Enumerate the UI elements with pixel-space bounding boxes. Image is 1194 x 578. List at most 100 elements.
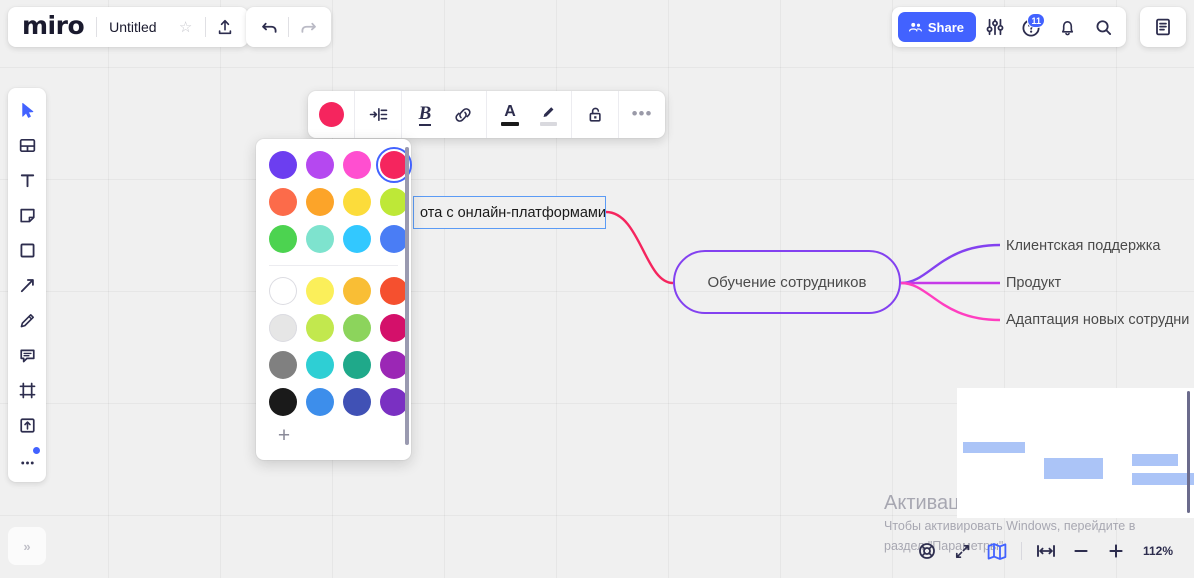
color-swatch[interactable] <box>269 388 297 416</box>
help-button[interactable]: 11 <box>1014 11 1048 43</box>
notifications-button[interactable] <box>1050 11 1084 43</box>
mindmap-branch-node-2[interactable]: Продукт <box>1006 275 1061 291</box>
sidebar-item-comment-tool[interactable] <box>11 339 43 371</box>
current-color-swatch <box>319 102 344 127</box>
color-swatch[interactable] <box>269 314 297 342</box>
collapse-chevron-icon: » <box>23 539 30 554</box>
lock-button[interactable] <box>576 96 614 134</box>
link-button[interactable] <box>444 96 482 134</box>
color-swatch[interactable] <box>306 188 334 216</box>
text-align-icon <box>368 105 389 124</box>
color-swatch[interactable] <box>380 351 408 379</box>
notes-panel-button[interactable] <box>1146 11 1180 43</box>
highlighter-button[interactable] <box>529 96 567 134</box>
color-swatch[interactable] <box>343 351 371 379</box>
color-swatch[interactable] <box>380 314 408 342</box>
highlighter-icon <box>540 104 557 126</box>
color-swatch[interactable] <box>269 151 297 179</box>
share-button-label: Share <box>928 20 964 35</box>
sidebar-item-text-tool[interactable] <box>11 164 43 196</box>
sidebar-item-templates-tool[interactable] <box>11 129 43 161</box>
favorite-star-button[interactable]: ☆ <box>169 11 203 43</box>
context-toolbar: B A <box>308 91 665 138</box>
mindmap-branch-label-1: Клиентская поддержка <box>1006 238 1161 254</box>
color-swatch[interactable] <box>269 225 297 253</box>
search-button[interactable] <box>1086 11 1120 43</box>
divider <box>96 17 97 37</box>
context-more-segment: ••• <box>619 91 665 138</box>
top-bar-left-group: miro Untitled ☆ <box>8 7 248 47</box>
panel-scrollbar[interactable] <box>1187 391 1190 513</box>
bottom-bar: 112% <box>905 530 1187 572</box>
sidebar-item-more-tools[interactable] <box>11 444 43 476</box>
unlock-icon <box>586 105 605 124</box>
mindmap-branch-node-3[interactable]: Адаптация новых сотрудни <box>1006 312 1189 328</box>
share-button[interactable]: Share <box>898 12 976 42</box>
document-title[interactable]: Untitled <box>99 19 166 35</box>
expand-arrows-icon <box>953 542 972 561</box>
color-swatch[interactable] <box>380 225 408 253</box>
help-circle-button[interactable] <box>911 535 943 567</box>
color-swatch[interactable] <box>343 225 371 253</box>
fit-to-screen-button[interactable] <box>946 535 978 567</box>
color-swatch[interactable] <box>343 314 371 342</box>
color-swatch[interactable] <box>269 277 297 305</box>
text-align-button[interactable] <box>359 96 397 134</box>
plus-icon <box>1106 541 1126 561</box>
add-custom-color-button[interactable]: + <box>270 422 298 450</box>
palette-scrollbar[interactable] <box>405 147 409 445</box>
sidebar-item-pen-tool[interactable] <box>11 304 43 336</box>
zoom-to-fit-button[interactable] <box>1030 535 1062 567</box>
sidebar-item-frame-tool[interactable] <box>11 374 43 406</box>
color-swatch[interactable] <box>306 388 334 416</box>
color-swatch[interactable] <box>269 351 297 379</box>
collapse-sidebar-button[interactable]: » <box>8 527 46 565</box>
sidebar-item-arrow-tool[interactable] <box>11 269 43 301</box>
skeleton-bar <box>1132 454 1178 466</box>
mindmap-center-node[interactable]: Обучение сотрудников <box>673 250 901 314</box>
zoom-in-button[interactable] <box>1100 535 1132 567</box>
color-swatch[interactable] <box>343 188 371 216</box>
fill-color-button[interactable] <box>312 96 350 134</box>
color-swatch[interactable] <box>306 225 334 253</box>
notes-group <box>1140 7 1186 47</box>
more-options-button[interactable]: ••• <box>623 96 661 134</box>
more-dots-icon: ••• <box>632 110 653 119</box>
redo-button[interactable] <box>291 11 325 43</box>
miro-logo[interactable]: miro <box>14 13 94 41</box>
color-swatch[interactable] <box>380 388 408 416</box>
color-swatch[interactable] <box>343 277 371 305</box>
color-palette-popup: + <box>256 139 411 460</box>
sidebar-item-shape-tool[interactable] <box>11 234 43 266</box>
export-button[interactable] <box>208 11 242 43</box>
sticky-note-icon <box>18 206 37 225</box>
skeleton-bar <box>1044 458 1103 479</box>
zoom-level-label[interactable]: 112% <box>1135 544 1181 558</box>
bold-button[interactable]: B <box>406 96 444 134</box>
color-swatch[interactable] <box>306 151 334 179</box>
zoom-out-button[interactable] <box>1065 535 1097 567</box>
palette-secondary-grid <box>269 277 398 416</box>
mindmap-branch-node-1[interactable]: Клиентская поддержка <box>1006 238 1161 254</box>
sidebar-item-upload-tool[interactable] <box>11 409 43 441</box>
color-swatch[interactable] <box>380 151 408 179</box>
divider <box>1021 542 1022 560</box>
settings-button[interactable] <box>978 11 1012 43</box>
color-swatch[interactable] <box>306 314 334 342</box>
undo-button[interactable] <box>252 11 286 43</box>
mindmap-text-node[interactable]: ота с онлайн-платформами <box>413 196 606 229</box>
templates-icon <box>18 136 37 155</box>
minimap-button[interactable] <box>981 535 1013 567</box>
color-swatch[interactable] <box>306 277 334 305</box>
color-swatch[interactable] <box>343 151 371 179</box>
color-swatch[interactable] <box>343 388 371 416</box>
color-swatch[interactable] <box>380 188 408 216</box>
sidebar-item-sticky-note-tool[interactable] <box>11 199 43 231</box>
sidebar-item-cursor-select-tool[interactable] <box>11 94 43 126</box>
minus-icon <box>1071 541 1091 561</box>
color-swatch[interactable] <box>380 277 408 305</box>
color-swatch[interactable] <box>269 188 297 216</box>
text-color-button[interactable]: A <box>491 96 529 134</box>
color-swatch[interactable] <box>306 351 334 379</box>
new-feature-dot <box>33 447 40 454</box>
